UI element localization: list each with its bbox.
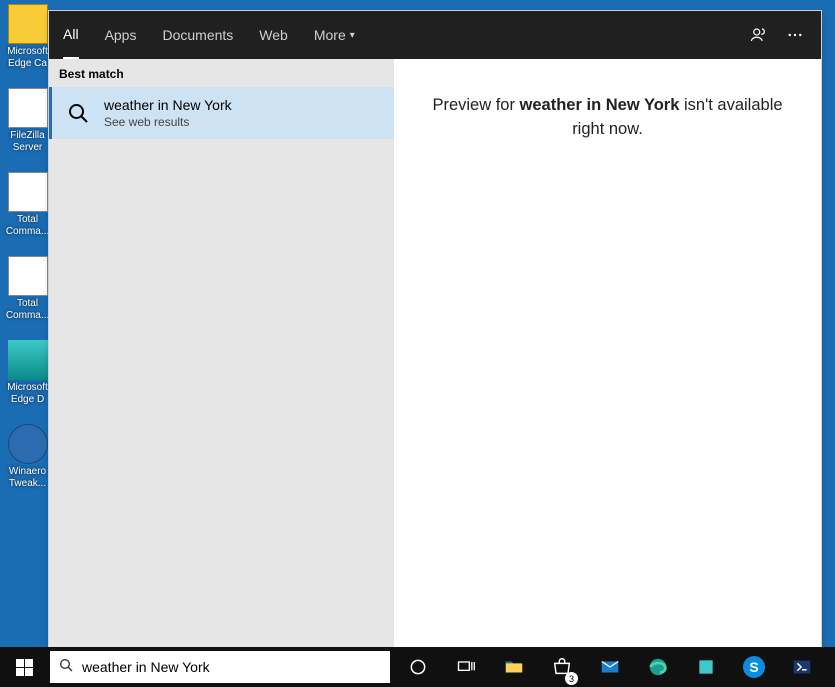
skype-icon: S bbox=[743, 656, 765, 678]
search-input[interactable] bbox=[82, 659, 382, 675]
mail-button[interactable] bbox=[586, 647, 634, 687]
tab-all[interactable]: All bbox=[63, 11, 79, 59]
store-badge-count: 3 bbox=[565, 672, 578, 685]
tab-documents[interactable]: Documents bbox=[162, 11, 233, 59]
results-pane: Best match weather in New York See web r… bbox=[49, 59, 394, 666]
best-match-header: Best match bbox=[49, 59, 394, 87]
desktop-icons-strip: Microsoft Edge Ca FileZilla Server Total… bbox=[0, 0, 55, 508]
microsoft-store-button[interactable]: 3 bbox=[538, 647, 586, 687]
preview-text-before: Preview for bbox=[432, 96, 519, 114]
windows-logo-icon bbox=[16, 659, 33, 676]
start-button[interactable] bbox=[0, 647, 48, 687]
desktop-icon-label: Total Comma... bbox=[0, 214, 55, 238]
desktop-icon-edge-dev[interactable]: Microsoft Edge D bbox=[0, 340, 55, 406]
edge-dev-icon bbox=[8, 340, 48, 380]
tab-more[interactable]: More ▾ bbox=[314, 11, 355, 59]
task-view-button[interactable] bbox=[442, 647, 490, 687]
desktop-icon-edge-canary[interactable]: Microsoft Edge Ca bbox=[0, 4, 55, 70]
powershell-button[interactable] bbox=[778, 647, 826, 687]
feedback-icon[interactable] bbox=[747, 23, 771, 47]
taskbar: 3 S bbox=[0, 647, 835, 687]
edge-button[interactable] bbox=[634, 647, 682, 687]
more-options-icon[interactable] bbox=[783, 23, 807, 47]
desktop-icon-label: Total Comma... bbox=[0, 298, 55, 322]
tab-apps[interactable]: Apps bbox=[105, 11, 137, 59]
taskbar-search-box[interactable] bbox=[50, 651, 390, 683]
desktop-icon-label: Winaero Tweak... bbox=[0, 466, 55, 490]
tab-more-label: More bbox=[314, 27, 346, 43]
search-panel: All Apps Documents Web More ▾ Best match bbox=[48, 10, 822, 667]
preview-message: Preview for weather in New York isn't av… bbox=[394, 93, 821, 141]
desktop-icon-totalcmd-1[interactable]: Total Comma... bbox=[0, 172, 55, 238]
search-tabs: All Apps Documents Web More ▾ bbox=[49, 11, 821, 59]
search-icon bbox=[58, 657, 74, 678]
desktop-icon-winaero-tweak[interactable]: Winaero Tweak... bbox=[0, 424, 55, 490]
application-button[interactable] bbox=[682, 647, 730, 687]
desktop-icon-label: FileZilla Server bbox=[0, 130, 55, 154]
filezilla-icon bbox=[8, 88, 48, 128]
result-title: weather in New York bbox=[104, 97, 232, 113]
edge-canary-icon bbox=[8, 4, 48, 44]
totalcmd-icon bbox=[8, 172, 48, 212]
search-icon bbox=[62, 97, 94, 129]
desktop-icon-label: Microsoft Edge D bbox=[0, 382, 55, 406]
cortana-button[interactable] bbox=[394, 647, 442, 687]
desktop-icon-totalcmd-2[interactable]: Total Comma... bbox=[0, 256, 55, 322]
totalcmd-icon bbox=[8, 256, 48, 296]
winaero-icon bbox=[8, 424, 48, 464]
result-item-web[interactable]: weather in New York See web results bbox=[49, 87, 394, 139]
desktop-icon-filezilla[interactable]: FileZilla Server bbox=[0, 88, 55, 154]
preview-pane: Preview for weather in New York isn't av… bbox=[394, 59, 821, 666]
chevron-down-icon: ▾ bbox=[350, 30, 355, 41]
result-subtitle: See web results bbox=[104, 115, 232, 129]
preview-text-query: weather in New York bbox=[520, 96, 680, 114]
desktop-icon-label: Microsoft Edge Ca bbox=[0, 46, 55, 70]
skype-button[interactable]: S bbox=[730, 647, 778, 687]
tab-web[interactable]: Web bbox=[259, 11, 288, 59]
file-explorer-button[interactable] bbox=[490, 647, 538, 687]
